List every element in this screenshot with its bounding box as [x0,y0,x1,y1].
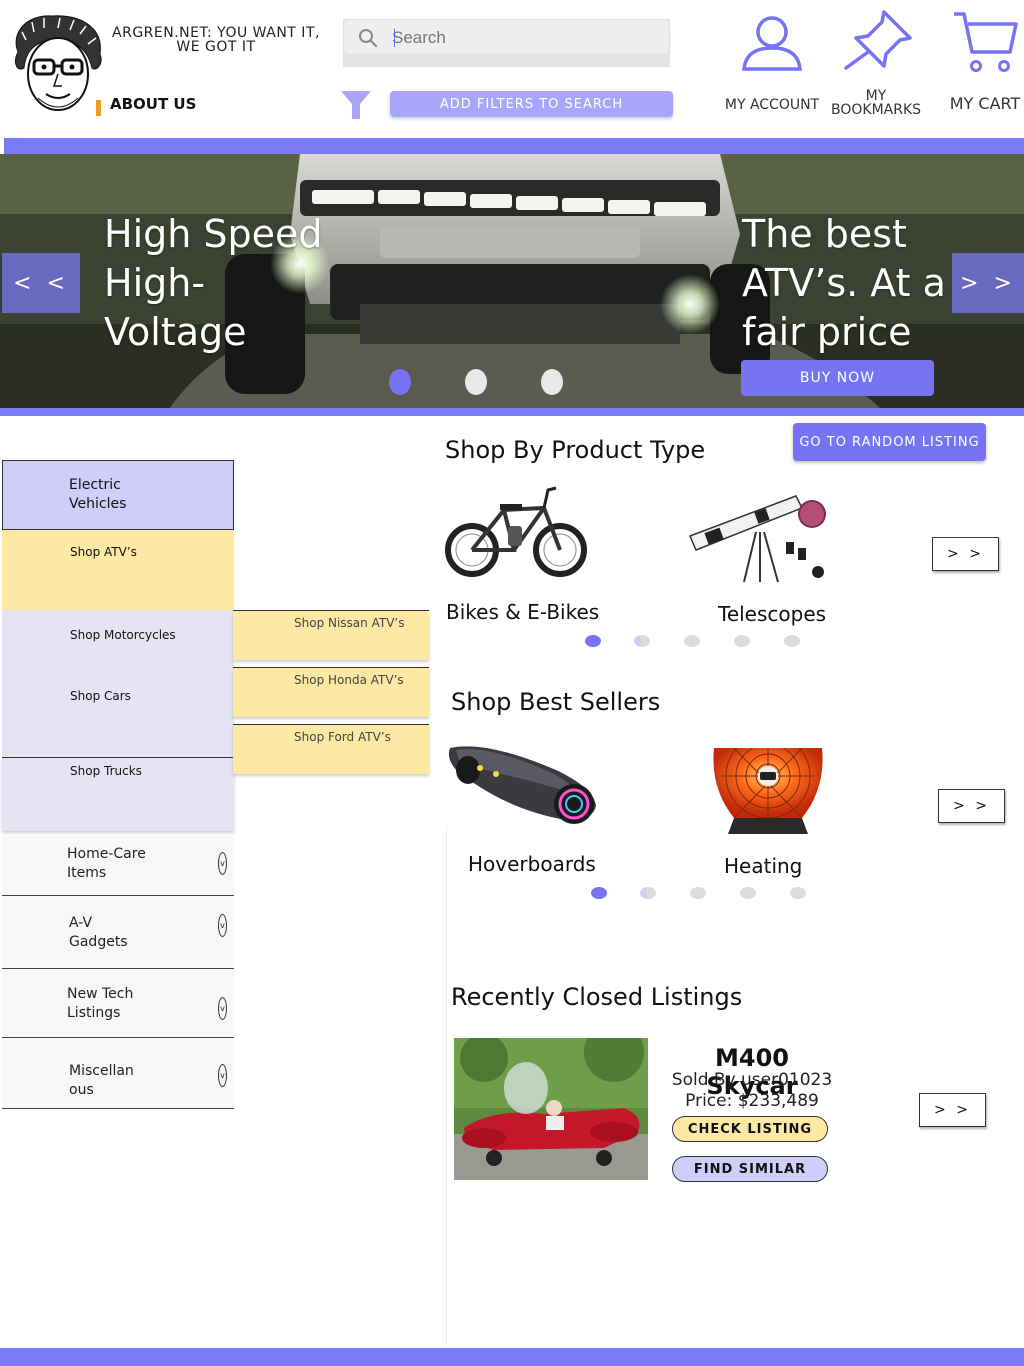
chevron-down-icon[interactable]: v [218,852,227,875]
sidebar-item-shop-atvs[interactable]: Shop ATV’s [2,530,234,610]
category-miscellaneous[interactable]: Miscellan ous v [2,1038,234,1109]
filter-icon[interactable] [340,90,372,124]
hero-dot-2[interactable] [465,369,487,395]
buy-now-button[interactable]: BUY NOW [741,360,934,396]
search-bar[interactable] [343,19,670,55]
chevron-down-icon[interactable]: v [218,1064,227,1087]
best-sellers-next-button[interactable]: > > [938,789,1005,823]
carousel-dot[interactable] [684,635,700,647]
carousel-dot[interactable] [734,635,750,647]
carousel-dot[interactable] [640,887,656,899]
brand-label: Shop Honda ATV’s [294,673,404,687]
site-logo[interactable] [8,12,106,116]
shop-by-product-type-title: Shop By Product Type [445,436,706,464]
sidebar-item-shop-motorcycles[interactable]: Shop Motorcycles [2,614,176,642]
cart-icon [950,12,1020,78]
chevron-down-icon[interactable]: v [218,997,227,1020]
shop-best-sellers-title: Shop Best Sellers [451,688,661,716]
category-label: Electric Vehicles [69,477,127,512]
listing-seller: Sold By user01023 [671,1070,833,1090]
category-new-tech[interactable]: New Tech Listings v [2,969,234,1038]
skycar-listing-image[interactable] [454,1022,648,1184]
bike-product-image[interactable] [444,486,590,584]
category-telescopes-label[interactable]: Telescopes [718,602,826,626]
sub-item-label: Shop Motorcycles [70,628,176,642]
footer-bar [0,1348,1024,1366]
carousel-dot[interactable] [784,635,800,647]
header-divider [0,138,1024,154]
listing-price: Price: $233,489 [685,1091,819,1111]
random-listing-button[interactable]: GO TO RANDOM LISTING [793,423,986,461]
find-similar-button[interactable]: FIND SIMILAR [672,1156,828,1182]
hero-divider [0,408,1024,416]
recently-closed-title: Recently Closed Listings [451,983,743,1011]
category-electric-vehicles[interactable]: Electric Vehicles [2,460,234,530]
user-icon [736,16,808,76]
product-type-next-button[interactable]: > > [932,537,999,571]
column-divider [446,826,447,1346]
add-filters-button[interactable]: ADD FILTERS TO SEARCH [390,91,673,117]
hero-left-headline: High Speed High-Voltage [104,212,323,354]
my-account-nav[interactable] [736,12,808,76]
search-input[interactable] [392,26,652,50]
header-divider-notch [0,138,4,154]
sub-item-label: Shop Cars [70,689,131,703]
category-hoverboards-label[interactable]: Hoverboards [468,852,596,876]
about-us-link[interactable]: ABOUT US [110,95,196,113]
my-cart-nav[interactable] [950,10,1020,78]
category-label: Home-Care Items [67,846,146,881]
sidebar-item-shop-trucks[interactable]: Shop Trucks [2,758,234,831]
carousel-dot[interactable] [790,887,806,899]
carousel-dot[interactable] [740,887,756,899]
sub-item-label: Shop ATV’s [70,545,137,559]
sidebar-item-honda-atvs[interactable]: Shop Honda ATV’s [233,667,429,717]
hero-prev-button[interactable]: < < [2,253,80,313]
my-bookmarks-nav[interactable] [842,8,914,76]
site-title: ARGREN.NET: YOU WANT IT, WE GOT IT [112,25,320,55]
hero-dot-3[interactable] [541,369,563,395]
sub-item-label: Shop Trucks [70,764,142,778]
sidebar-item-shop-cars[interactable]: Shop Cars [2,675,131,703]
search-icon [358,28,378,52]
carousel-dot[interactable] [591,887,607,899]
category-av-gadgets[interactable]: A-V Gadgets v [2,896,234,969]
category-home-care[interactable]: Home-Care Items v [2,836,234,896]
hoverboard-product-image[interactable] [446,740,598,834]
brand-label: Shop Nissan ATV’s [294,616,405,630]
category-bikes-label[interactable]: Bikes & E-Bikes [446,600,599,624]
brand-label: Shop Ford ATV’s [294,730,391,744]
category-heating-label[interactable]: Heating [724,854,802,878]
sidebar-item-ford-atvs[interactable]: Shop Ford ATV’s [233,724,429,774]
sidebar-item-nissan-atvs[interactable]: Shop Nissan ATV’s [233,610,429,660]
my-account-label[interactable]: MY ACCOUNT [722,98,822,112]
category-label: A-V Gadgets [69,915,128,950]
hero-right-headline: The best ATV’s. At a fair price [742,212,946,354]
carousel-dot[interactable] [690,887,706,899]
hero-next-button[interactable]: > > [952,253,1024,313]
carousel-dot[interactable] [585,635,601,647]
my-cart-label[interactable]: MY CART [935,96,1024,112]
category-label: New Tech Listings [67,986,134,1021]
my-bookmarks-label[interactable]: MY BOOKMARKS [826,89,926,117]
text-caret [394,29,395,47]
pin-icon [842,10,914,76]
telescope-product-image[interactable] [686,492,832,590]
carousel-dot[interactable] [634,635,650,647]
hero-dot-1[interactable] [389,369,411,395]
category-label: Miscellan ous [69,1063,134,1098]
check-listing-button[interactable]: CHECK LISTING [672,1116,828,1142]
heater-product-image[interactable] [712,733,824,838]
recently-closed-next-button[interactable]: > > [919,1093,986,1127]
chevron-down-icon[interactable]: v [218,914,227,937]
